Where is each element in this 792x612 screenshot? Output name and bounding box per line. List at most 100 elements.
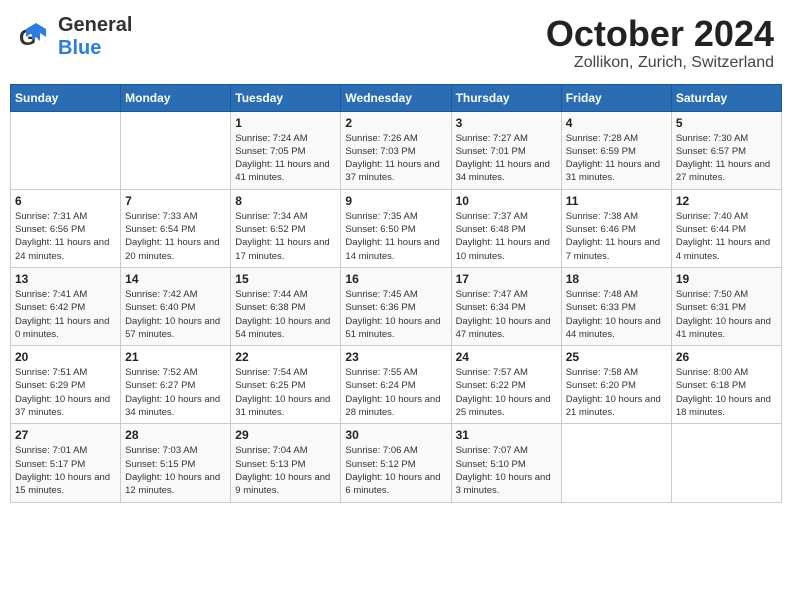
- day-number: 17: [456, 272, 557, 286]
- calendar-week-5: 27Sunrise: 7:01 AM Sunset: 5:17 PM Dayli…: [11, 424, 782, 502]
- day-number: 29: [235, 428, 336, 442]
- day-number: 7: [125, 194, 226, 208]
- logo-blue: Blue: [58, 37, 132, 60]
- calendar-cell: 3 Sunrise: 7:27 AM Sunset: 7:01 PM Daylig…: [451, 111, 561, 189]
- day-info: Sunrise: 7:37 AM Sunset: 6:48 PM Dayligh…: [456, 210, 557, 263]
- location: Zollikon, Zurich, Switzerland: [546, 54, 774, 72]
- day-number: 22: [235, 350, 336, 364]
- logo: G General Blue: [18, 14, 132, 60]
- calendar-cell: [121, 111, 231, 189]
- calendar-cell: 14Sunrise: 7:42 AM Sunset: 6:40 PM Dayli…: [121, 267, 231, 345]
- day-info: Sunrise: 7:24 AM Sunset: 7:05 PM Dayligh…: [235, 132, 336, 185]
- day-info: Sunrise: 7:48 AM Sunset: 6:33 PM Dayligh…: [566, 288, 667, 341]
- title-area: October 2024 Zollikon, Zurich, Switzerla…: [546, 14, 774, 72]
- calendar-cell: 6Sunrise: 7:31 AM Sunset: 6:56 PM Daylig…: [11, 189, 121, 267]
- day-info: Sunrise: 7:57 AM Sunset: 6:22 PM Dayligh…: [456, 366, 557, 419]
- day-info: Sunrise: 7:07 AM Sunset: 5:10 PM Dayligh…: [456, 444, 557, 497]
- calendar-cell: [11, 111, 121, 189]
- calendar-header: Sunday Monday Tuesday Wednesday Thursday…: [11, 84, 782, 111]
- logo-general: General: [58, 14, 132, 37]
- col-monday: Monday: [121, 84, 231, 111]
- day-number: 8: [235, 194, 336, 208]
- day-number: 10: [456, 194, 557, 208]
- month-title: October 2024: [546, 14, 774, 54]
- calendar-cell: 24 Sunrise: 7:57 AM Sunset: 6:22 PM Dayli…: [451, 346, 561, 424]
- day-info: Sunrise: 7:27 AM Sunset: 7:01 PM Dayligh…: [456, 132, 557, 185]
- day-number: 1: [235, 116, 336, 130]
- calendar-week-2: 6Sunrise: 7:31 AM Sunset: 6:56 PM Daylig…: [11, 189, 782, 267]
- calendar-cell: [671, 424, 781, 502]
- day-number: 18: [566, 272, 667, 286]
- day-info: Sunrise: 7:58 AM Sunset: 6:20 PM Dayligh…: [566, 366, 667, 419]
- day-info: Sunrise: 7:40 AM Sunset: 6:44 PM Dayligh…: [676, 210, 777, 263]
- col-saturday: Saturday: [671, 84, 781, 111]
- calendar-cell: 30Sunrise: 7:06 AM Sunset: 5:12 PM Dayli…: [341, 424, 451, 502]
- day-number: 25: [566, 350, 667, 364]
- day-info: Sunrise: 7:45 AM Sunset: 6:36 PM Dayligh…: [345, 288, 446, 341]
- day-info: Sunrise: 7:55 AM Sunset: 6:24 PM Dayligh…: [345, 366, 446, 419]
- calendar-cell: 11 Sunrise: 7:38 AM Sunset: 6:46 PM Dayli…: [561, 189, 671, 267]
- calendar-cell: 5Sunrise: 7:30 AM Sunset: 6:57 PM Daylig…: [671, 111, 781, 189]
- calendar-cell: 1 Sunrise: 7:24 AM Sunset: 7:05 PM Daylig…: [231, 111, 341, 189]
- day-info: Sunrise: 7:51 AM Sunset: 6:29 PM Dayligh…: [15, 366, 116, 419]
- day-number: 26: [676, 350, 777, 364]
- day-info: Sunrise: 7:33 AM Sunset: 6:54 PM Dayligh…: [125, 210, 226, 263]
- day-number: 2: [345, 116, 446, 130]
- calendar-cell: 4 Sunrise: 7:28 AM Sunset: 6:59 PM Daylig…: [561, 111, 671, 189]
- day-number: 23: [345, 350, 446, 364]
- day-info: Sunrise: 7:52 AM Sunset: 6:27 PM Dayligh…: [125, 366, 226, 419]
- calendar-cell: 10 Sunrise: 7:37 AM Sunset: 6:48 PM Dayli…: [451, 189, 561, 267]
- calendar-cell: 2 Sunrise: 7:26 AM Sunset: 7:03 PM Daylig…: [341, 111, 451, 189]
- day-number: 15: [235, 272, 336, 286]
- calendar-cell: 20 Sunrise: 7:51 AM Sunset: 6:29 PM Dayli…: [11, 346, 121, 424]
- day-number: 31: [456, 428, 557, 442]
- calendar-cell: 26 Sunrise: 8:00 AM Sunset: 6:18 PM Dayli…: [671, 346, 781, 424]
- day-info: Sunrise: 7:30 AM Sunset: 6:57 PM Dayligh…: [676, 132, 777, 185]
- calendar-body: 1 Sunrise: 7:24 AM Sunset: 7:05 PM Daylig…: [11, 111, 782, 502]
- calendar-cell: 18 Sunrise: 7:48 AM Sunset: 6:33 PM Dayli…: [561, 267, 671, 345]
- day-number: 28: [125, 428, 226, 442]
- day-number: 6: [15, 194, 116, 208]
- calendar-cell: 22Sunrise: 7:54 AM Sunset: 6:25 PM Dayli…: [231, 346, 341, 424]
- day-number: 20: [15, 350, 116, 364]
- page-header: G General Blue October 2024 Zollikon, Zu…: [10, 10, 782, 76]
- col-tuesday: Tuesday: [231, 84, 341, 111]
- day-number: 30: [345, 428, 446, 442]
- day-info: Sunrise: 7:28 AM Sunset: 6:59 PM Dayligh…: [566, 132, 667, 185]
- header-row: Sunday Monday Tuesday Wednesday Thursday…: [11, 84, 782, 111]
- calendar-cell: 23 Sunrise: 7:55 AM Sunset: 6:24 PM Dayli…: [341, 346, 451, 424]
- col-wednesday: Wednesday: [341, 84, 451, 111]
- day-number: 16: [345, 272, 446, 286]
- calendar-week-3: 13 Sunrise: 7:41 AM Sunset: 6:42 PM Dayli…: [11, 267, 782, 345]
- day-number: 9: [345, 194, 446, 208]
- col-sunday: Sunday: [11, 84, 121, 111]
- day-number: 21: [125, 350, 226, 364]
- day-number: 13: [15, 272, 116, 286]
- day-number: 11: [566, 194, 667, 208]
- calendar-cell: 21 Sunrise: 7:52 AM Sunset: 6:27 PM Dayli…: [121, 346, 231, 424]
- logo-text: General Blue: [58, 14, 132, 60]
- day-number: 4: [566, 116, 667, 130]
- calendar-cell: 9Sunrise: 7:35 AM Sunset: 6:50 PM Daylig…: [341, 189, 451, 267]
- calendar-cell: 29 Sunrise: 7:04 AM Sunset: 5:13 PM Dayli…: [231, 424, 341, 502]
- day-info: Sunrise: 7:04 AM Sunset: 5:13 PM Dayligh…: [235, 444, 336, 497]
- day-info: Sunrise: 7:38 AM Sunset: 6:46 PM Dayligh…: [566, 210, 667, 263]
- calendar-cell: [561, 424, 671, 502]
- calendar-cell: 15Sunrise: 7:44 AM Sunset: 6:38 PM Dayli…: [231, 267, 341, 345]
- day-info: Sunrise: 7:26 AM Sunset: 7:03 PM Dayligh…: [345, 132, 446, 185]
- calendar-cell: 28 Sunrise: 7:03 AM Sunset: 5:15 PM Dayli…: [121, 424, 231, 502]
- day-number: 3: [456, 116, 557, 130]
- calendar-week-1: 1 Sunrise: 7:24 AM Sunset: 7:05 PM Daylig…: [11, 111, 782, 189]
- day-number: 24: [456, 350, 557, 364]
- day-info: Sunrise: 7:03 AM Sunset: 5:15 PM Dayligh…: [125, 444, 226, 497]
- calendar-cell: 27Sunrise: 7:01 AM Sunset: 5:17 PM Dayli…: [11, 424, 121, 502]
- calendar-week-4: 20 Sunrise: 7:51 AM Sunset: 6:29 PM Dayli…: [11, 346, 782, 424]
- col-friday: Friday: [561, 84, 671, 111]
- day-number: 19: [676, 272, 777, 286]
- day-number: 14: [125, 272, 226, 286]
- day-info: Sunrise: 8:00 AM Sunset: 6:18 PM Dayligh…: [676, 366, 777, 419]
- day-info: Sunrise: 7:41 AM Sunset: 6:42 PM Dayligh…: [15, 288, 116, 341]
- calendar-cell: 13 Sunrise: 7:41 AM Sunset: 6:42 PM Dayli…: [11, 267, 121, 345]
- col-thursday: Thursday: [451, 84, 561, 111]
- day-number: 27: [15, 428, 116, 442]
